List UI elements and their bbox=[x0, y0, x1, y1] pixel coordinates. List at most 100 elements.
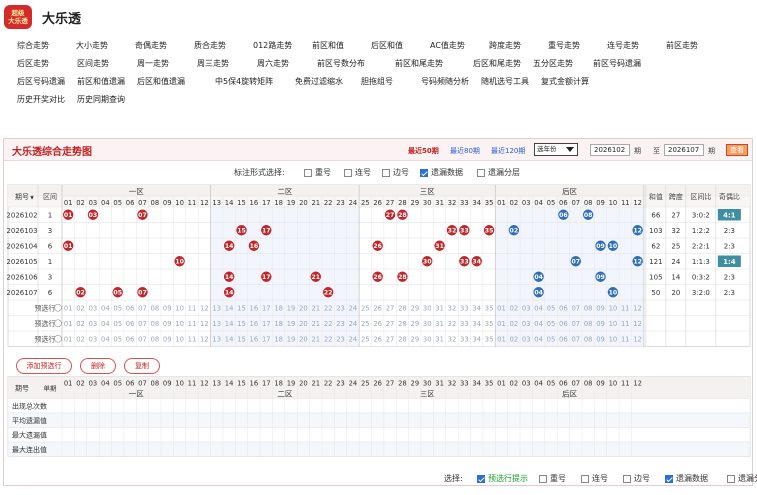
nav-item[interactable]: 中5保4旋转矩阵 bbox=[215, 76, 273, 87]
preselect-number: 22 bbox=[324, 336, 333, 344]
stats-number-header: 27 bbox=[386, 380, 395, 388]
odd-even-cell: 2:3 bbox=[724, 274, 735, 282]
number-header: 01 bbox=[64, 199, 73, 207]
nav-item[interactable]: 周六走势 bbox=[257, 58, 289, 69]
range-to-input[interactable]: 2026107 bbox=[664, 144, 704, 156]
period-link-50[interactable]: 最近50期 bbox=[408, 146, 439, 156]
preselect-number: 09 bbox=[163, 336, 172, 344]
delete-button[interactable]: 删除 bbox=[80, 358, 116, 374]
preselect-number: 30 bbox=[423, 320, 432, 328]
nav-item[interactable]: 跨度走势 bbox=[489, 40, 521, 51]
bottom-options: 选择: 预选行提示 重号 连号 边号 遗漏数据 遗漏分层 bbox=[4, 471, 757, 485]
preselect-number: 11 bbox=[621, 336, 630, 344]
stats-row bbox=[7, 427, 751, 443]
nav-item[interactable]: 大小走势 bbox=[76, 40, 108, 51]
nav-item[interactable]: 质合走势 bbox=[194, 40, 226, 51]
number-header: 06 bbox=[126, 199, 135, 207]
nav-item[interactable]: 前区和值遗漏 bbox=[77, 76, 125, 87]
number-header: 11 bbox=[621, 199, 630, 207]
sum-cell: 62 bbox=[651, 243, 660, 251]
number-header: 22 bbox=[324, 199, 333, 207]
header-sum: 和值 bbox=[649, 192, 663, 201]
preselect-number: 20 bbox=[299, 336, 308, 344]
nav-item[interactable]: 前区和尾走势 bbox=[395, 58, 443, 69]
period-link-120[interactable]: 最近120期 bbox=[491, 146, 525, 156]
zone-cell: 3 bbox=[48, 227, 52, 235]
range-from-input[interactable]: 2026102 bbox=[590, 144, 630, 156]
nav-item[interactable]: 前区号码遗漏 bbox=[593, 58, 641, 69]
stats-row bbox=[7, 412, 751, 428]
stats-number-header: 03 bbox=[89, 380, 98, 388]
preselect-number: 11 bbox=[621, 305, 630, 313]
preselect-number: 32 bbox=[448, 320, 457, 328]
preselect-number: 09 bbox=[596, 305, 605, 313]
nav-item[interactable]: 后区和尾走势 bbox=[473, 58, 521, 69]
mark-option-checkbox[interactable]: 边号 bbox=[382, 167, 409, 178]
nav-item[interactable]: 随机选号工具 bbox=[481, 76, 529, 87]
mark-option-checkbox[interactable]: 遗漏分层 bbox=[477, 167, 520, 178]
preselect-number: 10 bbox=[175, 320, 184, 328]
copy-button[interactable]: 复制 bbox=[124, 358, 160, 374]
nav-item[interactable]: 后区号码遗漏 bbox=[17, 76, 65, 87]
query-button[interactable]: 查看 bbox=[726, 144, 748, 156]
nav-item[interactable]: 历史同期查询 bbox=[77, 94, 125, 105]
span-cell: 24 bbox=[671, 258, 680, 266]
nav-item[interactable]: 周三走势 bbox=[197, 58, 229, 69]
nav-item[interactable]: 奇偶走势 bbox=[135, 40, 167, 51]
nav-item[interactable]: 历史开奖对比 bbox=[17, 94, 65, 105]
nav-item[interactable]: 012路走势 bbox=[253, 40, 292, 51]
preselect-number: 16 bbox=[250, 336, 259, 344]
preselect-number: 14 bbox=[225, 305, 234, 313]
nav-item[interactable]: AC值走势 bbox=[430, 40, 465, 51]
mark-option-checkbox[interactable]: 重号 bbox=[304, 167, 331, 178]
nav-item[interactable]: 前区和值 bbox=[312, 40, 344, 51]
bottom-option-checkbox[interactable]: 重号 bbox=[539, 473, 566, 484]
preselect-number: 09 bbox=[163, 305, 172, 313]
stats-number-header: 04 bbox=[101, 380, 110, 388]
span-cell: 14 bbox=[671, 274, 680, 282]
nav-item[interactable]: 连号走势 bbox=[607, 40, 639, 51]
nav-item[interactable]: 后区和值遗漏 bbox=[137, 76, 185, 87]
ball-number: 28 bbox=[398, 212, 407, 219]
ball-number: 07 bbox=[571, 259, 580, 266]
bottom-option-checkbox[interactable]: 预选行提示 bbox=[477, 473, 528, 484]
panel-header: 大乐透综合走势图 最近50期 最近80期 最近120期 选年份 2026102 … bbox=[4, 139, 752, 161]
preselect-number: 09 bbox=[596, 336, 605, 344]
bottom-option-checkbox[interactable]: 遗漏数据 bbox=[665, 473, 708, 484]
preselect-number: 05 bbox=[113, 305, 122, 313]
nav-item[interactable]: 综合走势 bbox=[17, 40, 49, 51]
nav-item[interactable]: 胆拖组号 bbox=[361, 76, 393, 87]
add-preselect-button[interactable]: 添加预选行 bbox=[16, 358, 72, 374]
preselect-number: 12 bbox=[200, 320, 209, 328]
mark-option-checkbox[interactable]: 连号 bbox=[344, 167, 371, 178]
nav-item[interactable]: 周一走势 bbox=[137, 58, 169, 69]
preselect-number: 13 bbox=[212, 336, 221, 344]
stats-number-header: 01 bbox=[497, 380, 506, 388]
ball-number: 07 bbox=[138, 212, 147, 219]
preselect-number: 24 bbox=[349, 336, 358, 344]
number-header: 21 bbox=[311, 199, 320, 207]
nav-item[interactable]: 前区号数分布 bbox=[317, 58, 365, 69]
year-select[interactable]: 选年份 bbox=[534, 143, 578, 156]
preselect-number: 05 bbox=[547, 320, 556, 328]
bottom-option-checkbox[interactable]: 边号 bbox=[623, 473, 650, 484]
bottom-options-label: 选择: bbox=[444, 474, 463, 483]
preselect-number: 12 bbox=[200, 336, 209, 344]
bottom-option-checkbox[interactable]: 遗漏分层 bbox=[727, 473, 757, 484]
period-link-80[interactable]: 最近80期 bbox=[450, 146, 480, 156]
ball-number: 33 bbox=[460, 259, 469, 266]
nav-item[interactable]: 免费过滤缩水 bbox=[295, 76, 343, 87]
nav-item[interactable]: 五分区走势 bbox=[533, 58, 573, 69]
number-header: 05 bbox=[113, 199, 122, 207]
nav-item[interactable]: 前区走势 bbox=[666, 40, 698, 51]
nav-item[interactable]: 号码频随分析 bbox=[421, 76, 469, 87]
number-header: 28 bbox=[398, 199, 407, 207]
preselect-number: 03 bbox=[522, 305, 531, 313]
bottom-option-checkbox[interactable]: 连号 bbox=[581, 473, 608, 484]
nav-item[interactable]: 后区走势 bbox=[17, 58, 49, 69]
nav-item[interactable]: 重号走势 bbox=[548, 40, 580, 51]
mark-option-checkbox[interactable]: 遗漏数据 bbox=[420, 167, 463, 178]
nav-item[interactable]: 复式金额计算 bbox=[541, 76, 589, 87]
nav-item[interactable]: 区间走势 bbox=[77, 58, 109, 69]
nav-item[interactable]: 后区和值 bbox=[371, 40, 403, 51]
